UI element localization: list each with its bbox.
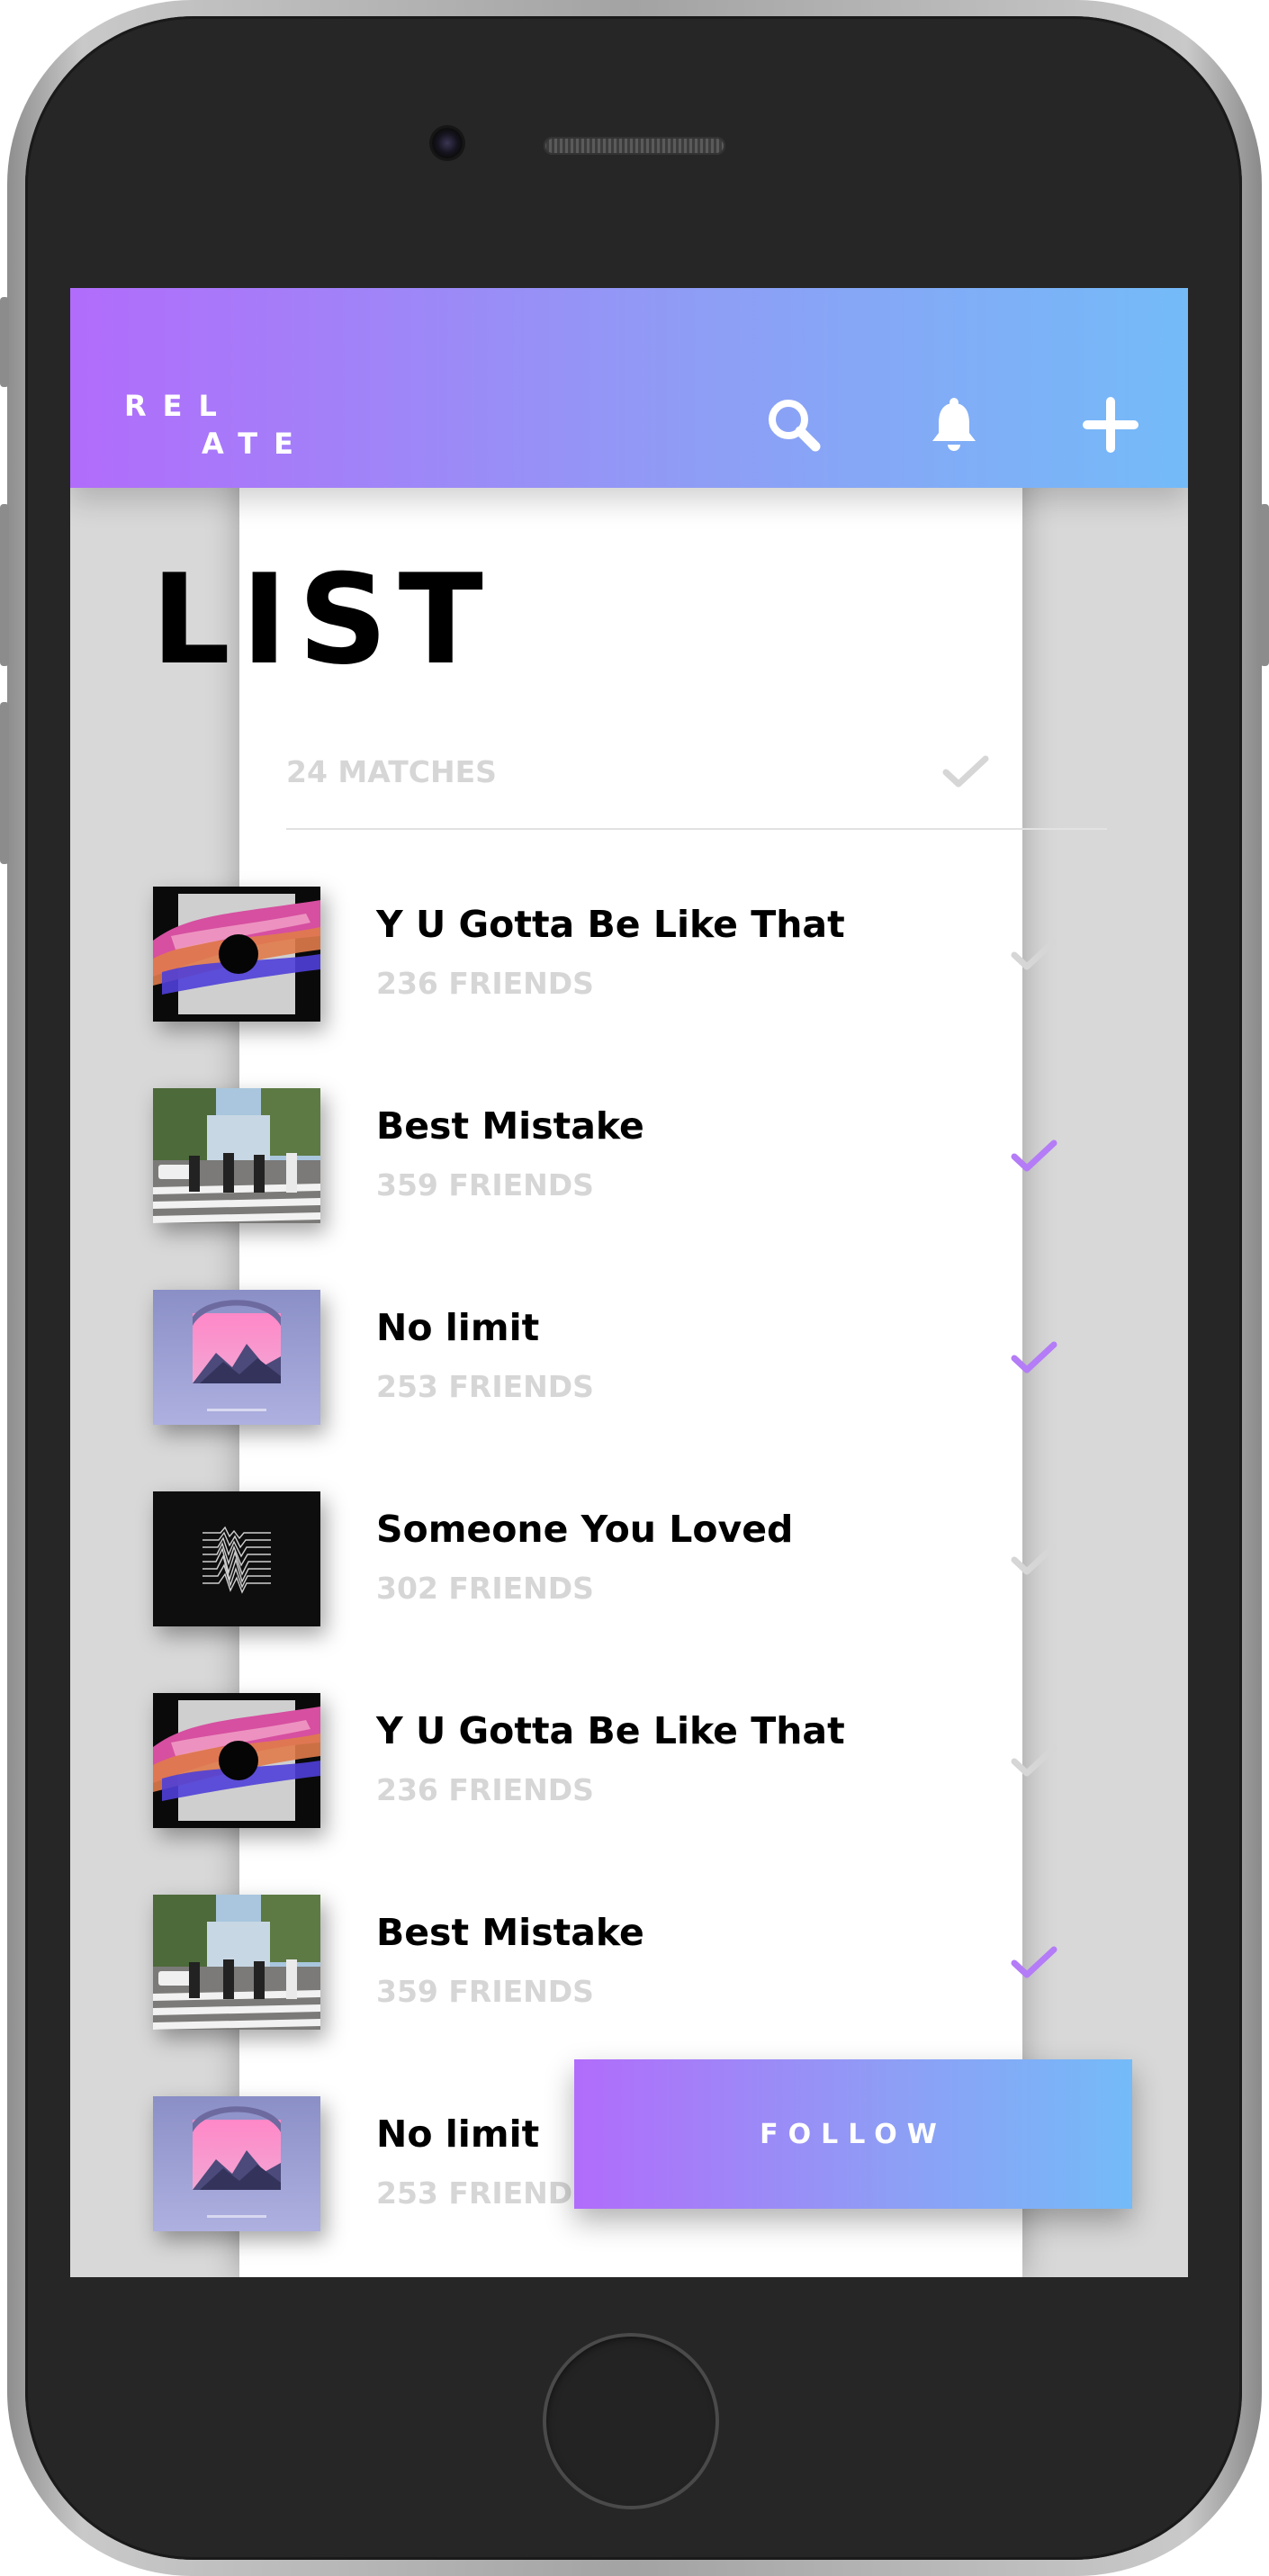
app-logo[interactable]: REL ATE [124, 389, 322, 470]
app-header: REL ATE [70, 288, 1188, 488]
song-title: Someone You Loved [376, 1508, 794, 1551]
logo-line-2: ATE [202, 427, 310, 461]
check-icon[interactable] [1010, 1542, 1058, 1578]
logo-line-1: REL [124, 389, 233, 423]
search-icon[interactable] [763, 394, 824, 455]
album-art-image [153, 1895, 320, 2030]
song-friends-count: 359 FRIENDS [376, 1974, 594, 2009]
earpiece-speaker [544, 137, 725, 155]
song-title: No limit [376, 1306, 540, 1349]
app-screen: REL ATE LIST 24 MATCHES Y U Gotta Be Lik… [70, 288, 1188, 2277]
check-icon[interactable] [1010, 1945, 1058, 1981]
matches-row: 24 MATCHES [286, 734, 1177, 806]
song-title: Best Mistake [376, 1911, 644, 1954]
list-item[interactable]: Best Mistake 359 FRIENDS [153, 1895, 1058, 2030]
check-icon[interactable] [1010, 1743, 1058, 1779]
album-art-image [153, 2096, 320, 2231]
plus-icon[interactable] [1080, 394, 1141, 455]
check-icon[interactable] [1010, 937, 1058, 973]
check-icon[interactable] [941, 754, 990, 790]
follow-button[interactable]: FOLLOW [574, 2059, 1132, 2209]
song-friends-count: 236 FRIENDS [376, 1772, 594, 1807]
matches-divider [286, 828, 1107, 830]
song-friends-count: 359 FRIENDS [376, 1167, 594, 1202]
album-art-image [153, 1693, 320, 1828]
song-title: Y U Gotta Be Like That [376, 1709, 845, 1752]
song-friends-count: 253 FRIENDS [376, 2175, 594, 2211]
volume-down-button [0, 702, 9, 864]
list-item[interactable]: No limit 253 FRIENDS [153, 1290, 1058, 1425]
album-art-image [153, 1088, 320, 1223]
list-item[interactable]: Someone You Loved 302 FRIENDS [153, 1491, 1058, 1626]
album-art-image [153, 887, 320, 1022]
list-item[interactable]: Best Mistake 359 FRIENDS [153, 1088, 1058, 1223]
album-art-image [153, 1290, 320, 1425]
song-friends-count: 253 FRIENDS [376, 1369, 594, 1404]
song-friends-count: 302 FRIENDS [376, 1571, 594, 1606]
page-title: LIST [151, 547, 494, 692]
check-icon[interactable] [1010, 1340, 1058, 1376]
song-title: Best Mistake [376, 1104, 644, 1148]
bell-icon[interactable] [923, 394, 985, 455]
list-item[interactable]: Y U Gotta Be Like That 236 FRIENDS [153, 1693, 1058, 1828]
album-art-image [153, 1491, 320, 1626]
song-title: Y U Gotta Be Like That [376, 903, 845, 946]
front-camera [432, 128, 463, 158]
home-button[interactable] [543, 2333, 719, 2509]
mute-switch [0, 297, 9, 387]
power-button [1260, 504, 1269, 666]
check-icon[interactable] [1010, 1139, 1058, 1175]
matches-count: 24 MATCHES [286, 754, 497, 789]
song-friends-count: 236 FRIENDS [376, 966, 594, 1001]
list-item[interactable]: Y U Gotta Be Like That 236 FRIENDS [153, 887, 1058, 1022]
volume-up-button [0, 504, 9, 666]
song-title: No limit [376, 2112, 540, 2156]
